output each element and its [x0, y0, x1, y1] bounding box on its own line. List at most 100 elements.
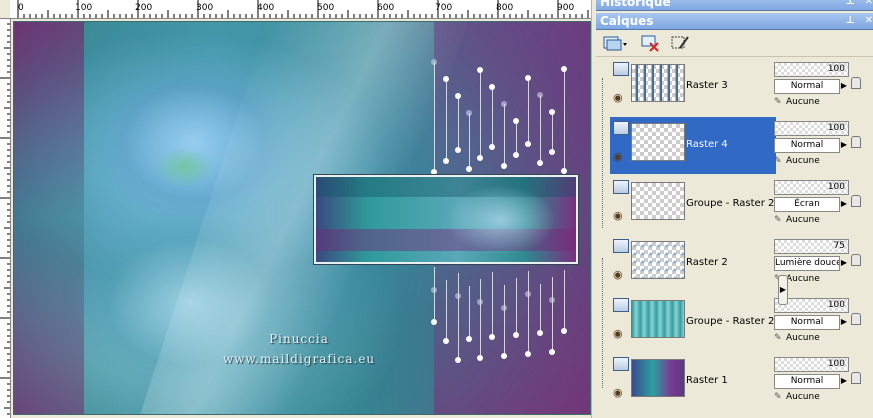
layer-name: Raster 1	[686, 375, 728, 386]
bead	[455, 147, 461, 153]
layer-main[interactable]: ◉ Raster 2	[610, 235, 776, 292]
brush-icon: ✎	[774, 392, 782, 402]
layer-thumbnail	[631, 241, 685, 279]
delete-layer-button[interactable]	[638, 33, 664, 53]
bead	[455, 93, 461, 99]
layer-name: Raster 4	[686, 139, 728, 150]
bead	[431, 319, 437, 325]
layer-row[interactable]: ◉ Raster 1 100 Normal ▶ ✎ Aucune	[600, 353, 869, 412]
layer-main[interactable]: ◉ Raster 4	[610, 117, 776, 174]
opacity-value: 100	[827, 300, 845, 310]
bead-string	[469, 286, 470, 339]
opacity-slider[interactable]: 100	[774, 121, 849, 136]
layer-thumbnail	[631, 123, 685, 161]
layer-row[interactable]: ◉ Raster 2 75 Lumière douce ▶ ✎Aucune	[600, 235, 869, 294]
calques-title: Calques	[600, 14, 654, 28]
dropdown-arrow-icon[interactable]: ▶	[840, 374, 848, 387]
bead-string	[504, 285, 505, 356]
dropdown-arrow-icon[interactable]: ▶	[840, 138, 848, 151]
opacity-value: 75	[833, 241, 845, 251]
pin-icon[interactable]: ⊥	[845, 15, 854, 26]
layer-properties: 100 Normal ▶ ✎ Aucune	[774, 62, 869, 114]
lock-icon[interactable]	[851, 136, 861, 148]
blend-mode-select[interactable]: Normal	[774, 315, 840, 330]
bead	[443, 158, 449, 164]
pin-icon[interactable]: ⊥	[845, 0, 854, 7]
brush-icon: ✎	[774, 156, 782, 166]
visibility-eye-icon[interactable]: ◉	[613, 386, 623, 399]
close-icon[interactable]: ✕	[865, 15, 873, 26]
edit-layer-button[interactable]	[668, 33, 694, 53]
mask-field[interactable]: ✎ Aucune	[774, 213, 846, 228]
bead	[431, 59, 437, 65]
bead-string	[540, 284, 541, 333]
lock-icon[interactable]	[851, 254, 861, 266]
bead	[455, 357, 461, 363]
blend-mode-select[interactable]: Normal	[774, 374, 840, 389]
bead-string	[552, 277, 553, 352]
bead	[525, 351, 531, 357]
bead-string	[564, 270, 565, 331]
layer-main[interactable]: ◉ Raster 1	[610, 353, 776, 410]
mask-field[interactable]: ✎ Aucune	[774, 95, 846, 110]
dropdown-arrow-icon[interactable]: ▶	[840, 315, 848, 328]
bead	[489, 334, 495, 340]
layer-row[interactable]: ◉ Raster 3 100 Normal ▶ ✎ Aucune	[600, 58, 869, 117]
bead-string	[458, 273, 459, 360]
layer-type-icon	[613, 121, 629, 135]
visibility-eye-icon[interactable]: ◉	[613, 150, 623, 163]
layer-main[interactable]: ◉ Groupe - Raster 2	[610, 176, 776, 233]
canvas-area[interactable]: 0 100 200 300 400 500 600 700 800 900 Pi…	[0, 0, 591, 418]
layer-main[interactable]: ◉ Raster 3	[610, 58, 776, 115]
bead	[477, 355, 483, 361]
lock-icon[interactable]	[851, 195, 861, 207]
bead	[525, 291, 531, 297]
layer-thumbnail	[631, 182, 685, 220]
layer-main[interactable]: ◉ Groupe - Raster 2	[610, 294, 776, 351]
lock-icon[interactable]	[851, 313, 861, 325]
dropdown-arrow-icon[interactable]: ▶	[840, 79, 848, 92]
historique-panel-title[interactable]: Historique ⊥ ✕	[596, 0, 873, 11]
bead-string	[552, 112, 553, 152]
lock-icon[interactable]	[851, 77, 861, 89]
layer-name: Raster 3	[686, 80, 728, 91]
mask-field[interactable]: ✎ Aucune	[774, 390, 846, 405]
mask-value: Aucune	[786, 333, 820, 343]
bead	[466, 166, 472, 172]
mask-field[interactable]: ✎ Aucune	[774, 331, 846, 346]
new-layer-button[interactable]	[600, 33, 630, 53]
layer-type-icon	[613, 239, 629, 253]
mask-field[interactable]: ✎ Aucune	[774, 154, 846, 169]
close-icon[interactable]: ✕	[865, 0, 873, 7]
calques-panel-title[interactable]: Calques ⊥ ✕	[596, 13, 873, 30]
lock-icon[interactable]	[851, 372, 861, 384]
collapse-handle[interactable]: ▶	[778, 275, 788, 305]
bead	[525, 141, 531, 147]
opacity-slider[interactable]: 75	[774, 239, 849, 254]
bead	[549, 297, 555, 303]
dropdown-arrow-icon[interactable]: ▶	[840, 197, 848, 210]
image-canvas[interactable]: Pinuccia www.maildigrafica.eu	[13, 21, 591, 415]
opacity-slider[interactable]: 100	[774, 62, 849, 77]
visibility-eye-icon[interactable]: ◉	[613, 209, 623, 222]
bead	[489, 84, 495, 90]
bead-string	[516, 278, 517, 335]
bead-string	[446, 79, 447, 161]
blend-mode-select[interactable]: Écran	[774, 197, 840, 212]
visibility-eye-icon[interactable]: ◉	[613, 91, 623, 104]
bead	[501, 353, 507, 359]
delete-layer-icon	[641, 35, 659, 52]
blend-mode-select[interactable]: Normal	[774, 79, 840, 94]
visibility-eye-icon[interactable]: ◉	[613, 327, 623, 340]
layer-row[interactable]: ◉ Groupe - Raster 2 100 Écran ▶ ✎ Aucune	[600, 176, 869, 235]
inner-frame	[314, 175, 578, 264]
blend-mode-select[interactable]: Lumière douce	[774, 256, 840, 271]
visibility-eye-icon[interactable]: ◉	[613, 268, 623, 281]
blend-mode-select[interactable]: Normal	[774, 138, 840, 153]
layers-toolbar	[596, 30, 873, 57]
opacity-slider[interactable]: 100	[774, 180, 849, 195]
dropdown-arrow-icon[interactable]: ▶	[840, 256, 848, 269]
layer-row[interactable]: ◉ Raster 4 100 Normal ▶ ✎ Aucune	[600, 117, 869, 176]
layer-row[interactable]: ◉ Groupe - Raster 2 100 Normal ▶ ✎ Aucune	[600, 294, 869, 353]
opacity-slider[interactable]: 100	[774, 357, 849, 372]
